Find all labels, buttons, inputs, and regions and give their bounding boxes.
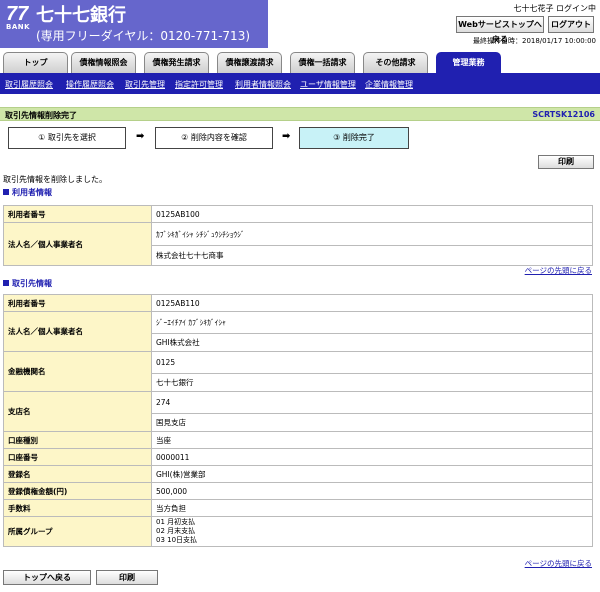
- partner-info-table: 利用者番号 0125AB110 法人名／個人事業者名 ｼﾞｰｴｲﾁｱｲ ｶﾌﾞｼ…: [3, 294, 593, 547]
- table-row: 法人名／個人事業者名 ｶﾌﾞｼｷｶﾞｲｼｬ ｼﾁｼﾞｭｳｼﾁｼｮｳｼﾞ: [3, 222, 593, 266]
- tab-claim-issue[interactable]: 債権発生請求: [144, 52, 209, 73]
- user-info-heading: 利用者情報: [3, 187, 52, 198]
- partner-info-heading: 取引先情報: [3, 278, 52, 289]
- tab-claim-bulk[interactable]: 債権一括請求: [290, 52, 355, 73]
- registered-amount-value: 500,000: [151, 482, 593, 500]
- page-top-link[interactable]: ページの先頭に戻る: [525, 265, 592, 276]
- table-row: 口座種別 当座: [3, 431, 593, 449]
- free-dial: (専用フリーダイヤル：0120-771-713): [36, 29, 251, 43]
- branch-code-value: 274: [151, 391, 593, 414]
- bank-name-label: 金融機関名: [3, 351, 152, 392]
- step-delete-complete: ③ 削除完了: [299, 127, 409, 149]
- completion-message: 取引先情報を削除しました。: [3, 175, 107, 184]
- table-row: 利用者番号 0125AB110: [3, 294, 593, 312]
- bank-name-value: 七十七銀行: [151, 373, 593, 392]
- page-title: 取引先情報削除完了: [5, 111, 77, 120]
- table-row: 金融機関名 0125: [3, 351, 593, 392]
- group-label: 所属グループ: [3, 516, 152, 547]
- user-number-label: 利用者番号: [3, 205, 152, 223]
- group-values: 01 月初支払 02 月末支払 03 10日支払: [151, 516, 593, 547]
- partner-company-kanji: GHI株式会社: [151, 333, 593, 352]
- account-type-value: 当座: [151, 431, 593, 449]
- partner-info-heading-text: 取引先情報: [12, 279, 52, 288]
- partner-company-name-label: 法人名／個人事業者名: [3, 311, 152, 352]
- web-service-top-button[interactable]: Webサービストップへ戻る: [456, 16, 544, 44]
- step-select-partner: ① 取引先を選択: [8, 127, 126, 149]
- subnav-partner-management[interactable]: 取引先管理: [125, 79, 165, 90]
- main-tabs: トップ 債権情報照会 債権発生請求 債権譲渡請求 債権一括請求 その他請求 管理…: [0, 50, 600, 74]
- group-item: 01 月初支払: [156, 518, 196, 526]
- step-arrow-icon: ➡: [282, 131, 291, 142]
- logout-button[interactable]: ログアウト: [548, 16, 594, 33]
- table-row: 口座番号 0000011: [3, 448, 593, 466]
- screen-id: SCRTSK12106: [532, 110, 595, 119]
- partner-company-kana: ｼﾞｰｴｲﾁｱｲ ｶﾌﾞｼｷｶﾞｲｼｬ: [151, 311, 593, 334]
- partner-user-number-label: 利用者番号: [3, 294, 152, 312]
- company-name-label: 法人名／個人事業者名: [3, 222, 152, 266]
- back-to-top-button[interactable]: トップへ戻る: [3, 570, 91, 585]
- registered-name-label: 登録名: [3, 465, 152, 483]
- account-type-label: 口座種別: [3, 431, 152, 449]
- company-name-kanji: 株式会社七十七商事: [151, 245, 593, 266]
- subnav-operation-history[interactable]: 操作履歴照会: [66, 79, 114, 90]
- group-item: 03 10日支払: [156, 536, 198, 544]
- fee-label: 手数料: [3, 499, 152, 517]
- square-bullet-icon: [3, 280, 9, 286]
- subnav-permission-management[interactable]: 指定許可管理: [175, 79, 223, 90]
- user-info-table: 利用者番号 0125AB100 法人名／個人事業者名 ｶﾌﾞｼｷｶﾞｲｼｬ ｼﾁ…: [3, 205, 593, 266]
- account-number-label: 口座番号: [3, 448, 152, 466]
- table-row: 支店名 274: [3, 391, 593, 432]
- square-bullet-icon: [3, 189, 9, 195]
- bank-logo: 77 BANK 七十七銀行 (専用フリーダイヤル：0120-771-713): [0, 0, 268, 48]
- logo-bank-text: BANK: [6, 23, 31, 31]
- bank-name: 七十七銀行: [36, 5, 126, 26]
- tab-top[interactable]: トップ: [3, 52, 68, 73]
- company-name-kana: ｶﾌﾞｼｷｶﾞｲｼｬ ｼﾁｼﾞｭｳｼﾁｼｮｳｼﾞ: [151, 222, 593, 246]
- account-number-value: 0000011: [151, 448, 593, 466]
- header: 77 BANK 七十七銀行 (専用フリーダイヤル：0120-771-713) 七…: [0, 0, 600, 50]
- table-row: 所属グループ 01 月初支払 02 月末支払 03 10日支払: [3, 516, 593, 547]
- last-operation-time: 最終操作日時：2018/01/17 10:00:00: [472, 37, 596, 45]
- subnav-user-info[interactable]: 利用者情報照会: [235, 79, 291, 90]
- bank-code-value: 0125: [151, 351, 593, 374]
- step-confirm-delete: ② 削除内容を確認: [155, 127, 273, 149]
- page-title-bar: 取引先情報削除完了 SCRTSK12106: [0, 107, 600, 121]
- user-status: 七十七花子 ログイン中: [513, 4, 596, 13]
- step-arrow-icon: ➡: [136, 131, 145, 142]
- branch-name-label: 支店名: [3, 391, 152, 432]
- tab-other-requests[interactable]: その他請求: [363, 52, 428, 73]
- group-item: 02 月末支払: [156, 527, 196, 535]
- user-info-heading-text: 利用者情報: [12, 188, 52, 197]
- registered-name-value: GHI(株)営業部: [151, 465, 593, 483]
- tab-claim-inquiry[interactable]: 債権情報照会: [71, 52, 136, 73]
- tab-management[interactable]: 管理業務: [436, 52, 501, 73]
- print-button[interactable]: 印刷: [538, 155, 594, 169]
- branch-name-value: 国見支店: [151, 413, 593, 432]
- tab-claim-transfer[interactable]: 債権譲渡請求: [217, 52, 282, 73]
- page-top-link[interactable]: ページの先頭に戻る: [525, 558, 592, 569]
- fee-value: 当方負担: [151, 499, 593, 517]
- partner-user-number-value: 0125AB110: [151, 294, 593, 312]
- logo-number: 77: [6, 3, 29, 25]
- subnav-transaction-history[interactable]: 取引履歴照会: [5, 79, 53, 90]
- subnav-user-management[interactable]: ユーザ情報管理: [300, 79, 356, 90]
- table-row: 手数料 当方負担: [3, 499, 593, 517]
- table-row: 登録債権金額(円) 500,000: [3, 482, 593, 500]
- table-row: 登録名 GHI(株)営業部: [3, 465, 593, 483]
- table-row: 利用者番号 0125AB100: [3, 205, 593, 223]
- registered-amount-label: 登録債権金額(円): [3, 482, 152, 500]
- subnav-company-info[interactable]: 企業情報管理: [365, 79, 413, 90]
- sub-navigation: 取引履歴照会 操作履歴照会 取引先管理 指定許可管理 利用者情報照会 ユーザ情報…: [0, 75, 600, 94]
- print-button-bottom[interactable]: 印刷: [96, 570, 158, 585]
- table-row: 法人名／個人事業者名 ｼﾞｰｴｲﾁｱｲ ｶﾌﾞｼｷｶﾞｲｼｬ: [3, 311, 593, 352]
- user-number-value: 0125AB100: [151, 205, 593, 223]
